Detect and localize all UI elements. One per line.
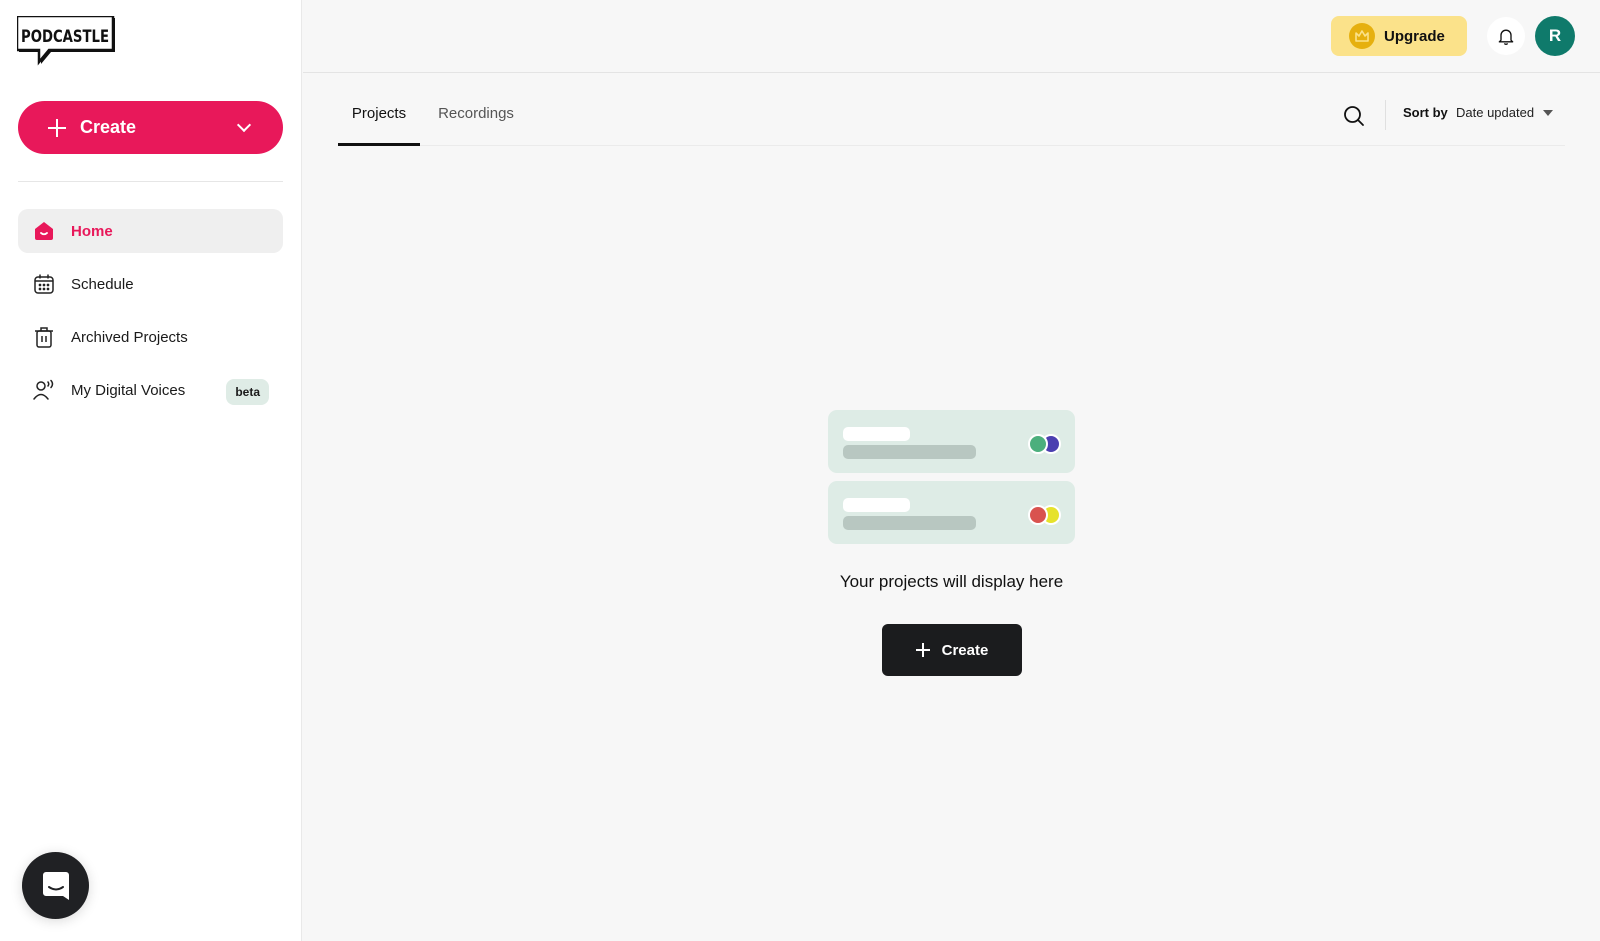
crown-icon [1349,23,1375,49]
placeholder-title [843,498,910,512]
sidebar-nav: Home Schedule Archived Projects My Digit… [18,209,283,421]
empty-state-message: Your projects will display here [839,572,1064,591]
upgrade-label: Upgrade [1384,27,1445,45]
search-icon [1344,106,1364,126]
plus-icon [915,643,930,657]
create-project-button[interactable]: Create [882,624,1022,676]
avatar-group [1028,505,1064,525]
sidebar-item-archived-projects[interactable]: Archived Projects [18,315,283,359]
tab-recordings[interactable]: Recordings [426,96,526,146]
notifications-button[interactable] [1487,17,1525,55]
sidebar-item-my-digital-voices[interactable]: My Digital Voices beta [18,368,283,412]
create-menu-button[interactable]: Create [18,101,283,154]
sidebar-item-label: Archived Projects [71,328,188,346]
sort-dropdown[interactable]: Date updated [1456,105,1554,120]
sidebar-item-schedule[interactable]: Schedule [18,262,283,306]
bell-icon [1498,29,1514,45]
toolbar-divider [1385,100,1386,130]
podcastle-logo[interactable]: PODCASTLE [15,14,119,66]
avatar-group [1028,434,1064,454]
face-avatar [1028,434,1048,454]
sidebar: PODCASTLE Create Home Schedule Archived … [0,0,302,941]
sidebar-item-home[interactable]: Home [18,209,283,253]
upgrade-button[interactable]: Upgrade [1331,16,1467,56]
chat-widget-button[interactable] [22,852,89,919]
calendar-icon [32,272,56,296]
logo-text: PODCASTLE [21,27,109,47]
user-avatar[interactable]: R [1535,16,1575,56]
chat-bubble-icon [42,871,69,900]
placeholder-subtitle [843,516,976,530]
sidebar-item-label: Schedule [71,275,134,293]
home-icon [32,219,56,243]
placeholder-subtitle [843,445,976,459]
sidebar-item-label: Home [71,222,113,240]
sort-label: Sort by [1403,105,1448,120]
beta-badge: beta [226,379,269,405]
project-tabs: Projects Recordings Sort by Date updated [338,96,1565,146]
create-project-label: Create [941,641,989,659]
create-button-label: Create [80,117,137,137]
trash-icon [32,325,56,349]
empty-state-illustration [828,410,1075,544]
chevron-down-icon[interactable] [236,117,252,133]
sort-value: Date updated [1456,105,1535,120]
face-avatar [1028,505,1048,525]
voice-user-icon [32,378,56,402]
caret-down-icon [1543,109,1554,116]
tab-projects[interactable]: Projects [338,96,420,146]
plus-icon [48,118,66,137]
sidebar-divider [18,181,283,182]
placeholder-title [843,427,910,441]
sidebar-item-label: My Digital Voices [71,381,186,399]
placeholder-card [828,481,1075,544]
search-button[interactable] [1342,104,1366,128]
placeholder-card [828,410,1075,473]
